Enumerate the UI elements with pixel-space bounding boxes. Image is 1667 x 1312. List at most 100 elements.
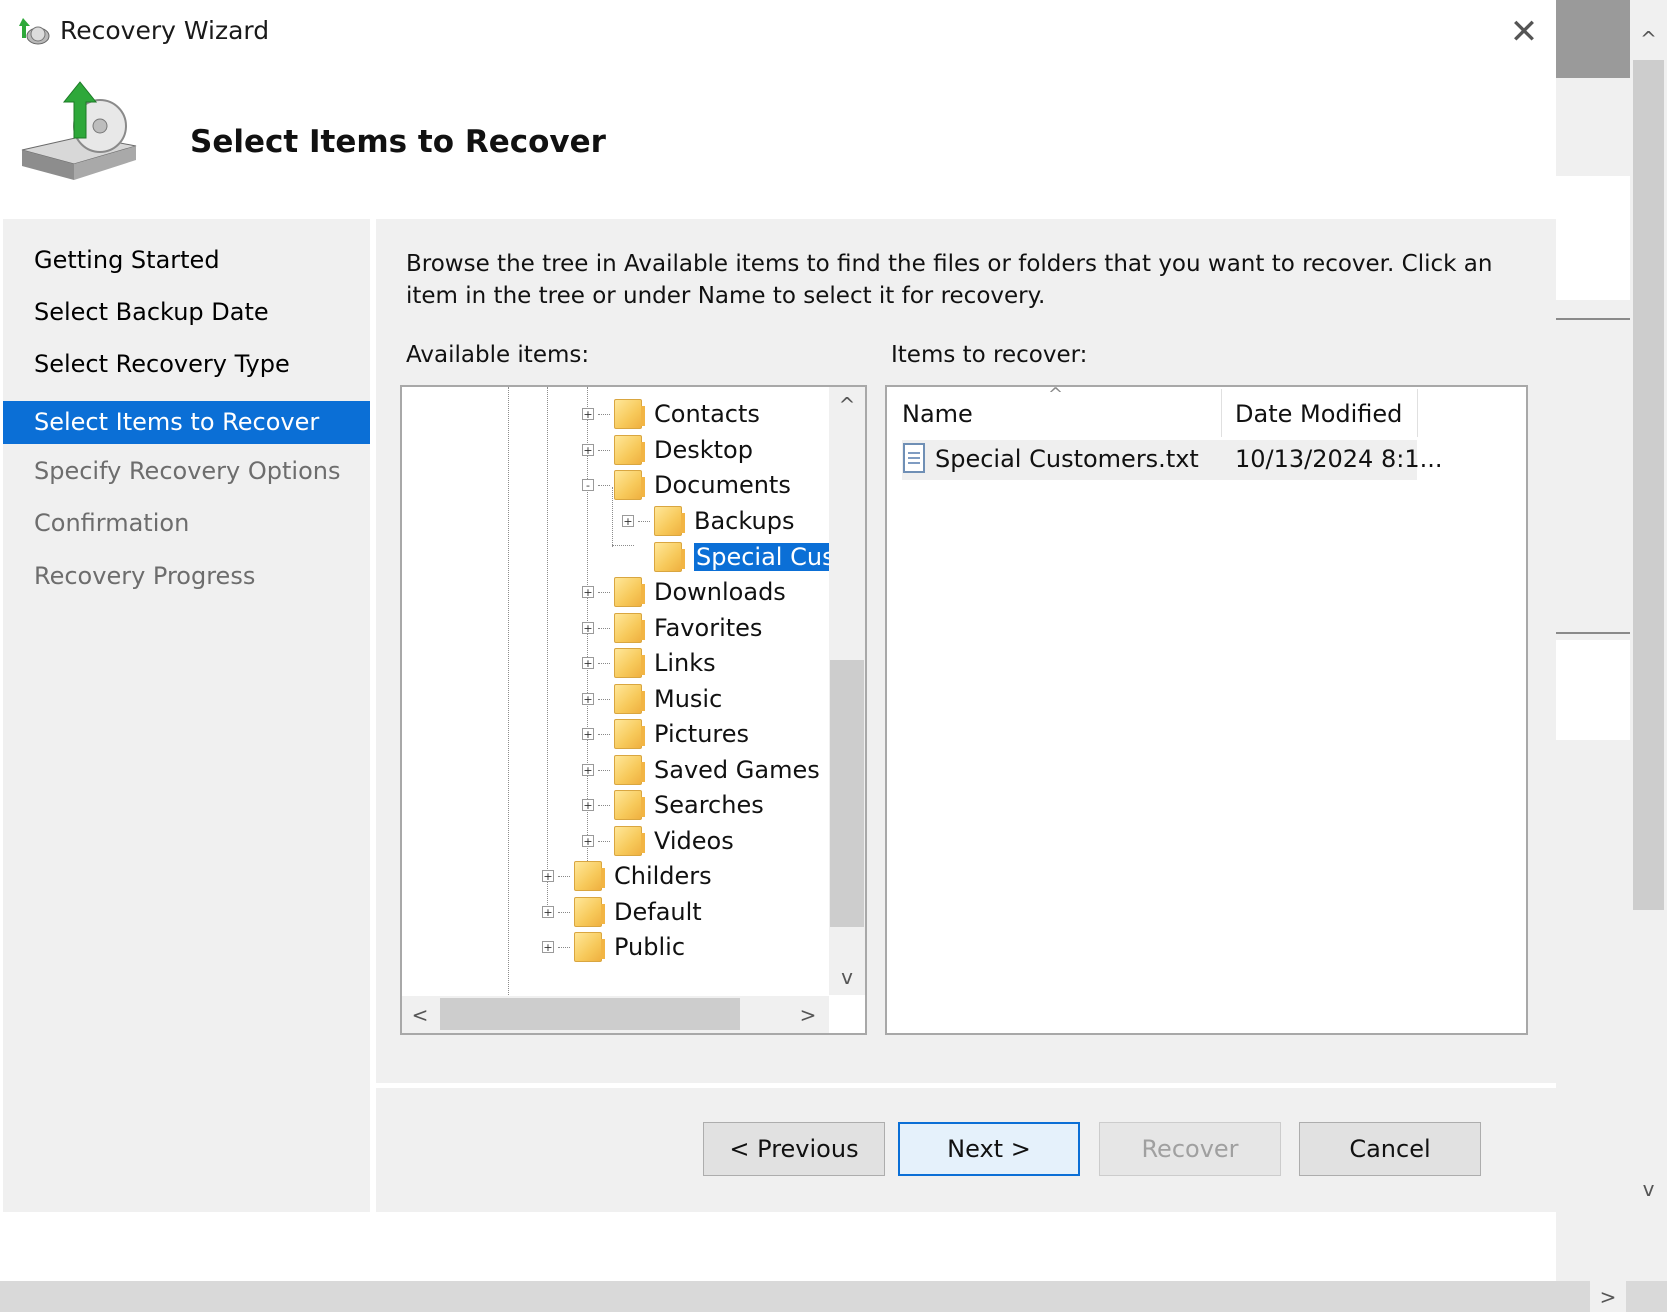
tree-item-saved-games[interactable]: + Saved Games	[582, 752, 820, 788]
tree-scroll-thumb[interactable]	[830, 660, 864, 927]
folder-icon	[614, 613, 645, 643]
tree-item-public[interactable]: + Public	[542, 929, 685, 965]
expand-icon[interactable]: +	[582, 764, 594, 776]
tree-item-documents[interactable]: - Documents	[582, 467, 791, 503]
background-window-horizontal-scrollbar[interactable]: >	[0, 1281, 1667, 1312]
folder-icon	[614, 719, 645, 749]
tree-item-desktop[interactable]: + Desktop	[582, 432, 753, 468]
folder-icon	[614, 470, 645, 500]
tree-item-favorites[interactable]: + Favorites	[582, 610, 762, 646]
tree-item-videos[interactable]: + Videos	[582, 823, 734, 859]
expand-icon[interactable]: +	[622, 515, 634, 527]
expand-icon[interactable]: +	[582, 693, 594, 705]
tree-item-label: Default	[614, 898, 702, 926]
close-icon: ✕	[1509, 12, 1539, 52]
tree-item-label: Public	[614, 933, 686, 961]
tree-item-default[interactable]: + Default	[542, 894, 702, 930]
column-divider[interactable]	[1417, 389, 1418, 437]
scroll-right-icon[interactable]: >	[790, 996, 826, 1033]
expand-icon[interactable]: +	[582, 408, 594, 420]
tree-item-label: Music	[654, 685, 723, 713]
next-button[interactable]: Next >	[898, 1122, 1080, 1176]
window-title: Recovery Wizard	[60, 16, 270, 45]
folder-icon	[614, 826, 645, 856]
nav-step-confirmation: Confirmation	[34, 509, 190, 537]
scroll-left-icon[interactable]: <	[402, 996, 438, 1033]
expand-icon[interactable]: +	[582, 622, 594, 634]
expand-icon[interactable]: +	[582, 728, 594, 740]
tree-item-special-customers[interactable]: Special Cust	[654, 539, 846, 575]
scroll-up-icon[interactable]: ^	[829, 387, 865, 423]
previous-button[interactable]: < Previous	[703, 1122, 885, 1176]
column-divider[interactable]	[1221, 389, 1222, 437]
nav-step-getting-started: Getting Started	[34, 246, 220, 274]
tree-horizontal-scroll-thumb[interactable]	[440, 998, 740, 1030]
disk-recovery-icon	[18, 80, 138, 184]
expand-icon[interactable]: +	[582, 799, 594, 811]
expand-icon[interactable]: +	[582, 657, 594, 669]
wizard-steps-nav: Getting Started Select Backup Date Selec…	[3, 219, 370, 1212]
folder-icon	[614, 648, 645, 678]
tree-item-label: Contacts	[654, 400, 760, 428]
folder-icon	[574, 932, 605, 962]
collapse-icon[interactable]: -	[582, 479, 594, 491]
list-item-name[interactable]: Special Customers.txt	[935, 445, 1199, 473]
tree-item-label: Pictures	[654, 720, 750, 748]
column-header-date-modified[interactable]: Date Modified	[1235, 400, 1402, 428]
nav-step-recovery-progress: Recovery Progress	[34, 562, 256, 590]
close-button[interactable]: ✕	[1500, 8, 1548, 56]
tree-item-links[interactable]: + Links	[582, 645, 716, 681]
instructions-text: Browse the tree in Available items to fi…	[406, 251, 1493, 309]
tree-item-label: Documents	[654, 471, 791, 499]
tree-item-label: Favorites	[654, 614, 763, 642]
background-window-scroll-thumb[interactable]	[1633, 60, 1664, 910]
scroll-down-icon[interactable]: v	[1630, 1172, 1667, 1206]
items-to-recover-list[interactable]	[885, 385, 1528, 1035]
scroll-right-icon[interactable]: >	[1590, 1281, 1626, 1312]
folder-icon	[574, 861, 605, 891]
tree-item-label: Searches	[654, 791, 764, 819]
tree-item-childers[interactable]: + Childers	[542, 858, 712, 894]
items-to-recover-label: Items to recover:	[891, 342, 1088, 368]
list-item-date-modified: 10/13/2024 8:1...	[1235, 445, 1443, 473]
column-header-name[interactable]: Name	[902, 400, 973, 428]
tree-item-downloads[interactable]: + Downloads	[582, 574, 786, 610]
available-items-label: Available items:	[406, 342, 590, 368]
available-items-tree[interactable]: + Contacts + Desktop - Documents + Backu…	[400, 385, 867, 1035]
tree-item-backups[interactable]: + Backups	[622, 503, 794, 539]
tree-item-pictures[interactable]: + Pictures	[582, 716, 749, 752]
tree-item-contacts[interactable]: + Contacts	[582, 396, 760, 432]
recovery-wizard-icon	[18, 14, 52, 48]
folder-icon	[614, 684, 645, 714]
folder-icon	[574, 897, 605, 927]
page-title: Select Items to Recover	[190, 124, 606, 160]
tree-item-label: Downloads	[654, 578, 786, 606]
folder-icon	[614, 577, 645, 607]
expand-icon[interactable]: +	[542, 870, 554, 882]
recover-button[interactable]: Recover	[1099, 1122, 1281, 1176]
expand-icon[interactable]: +	[582, 835, 594, 847]
folder-icon	[654, 506, 685, 536]
tree-item-label: Desktop	[654, 436, 753, 464]
scroll-up-icon[interactable]: ^	[1630, 22, 1667, 56]
sort-ascending-icon: ^	[1048, 384, 1064, 405]
expand-icon[interactable]: +	[542, 941, 554, 953]
tree-item-music[interactable]: + Music	[582, 681, 722, 717]
tree-item-label: Videos	[654, 827, 734, 855]
tree-item-label: Backups	[694, 507, 795, 535]
nav-step-select-items-to-recover: Select Items to Recover	[3, 401, 370, 444]
tree-item-label: Special Cust	[694, 543, 846, 571]
nav-step-select-recovery-type: Select Recovery Type	[34, 350, 290, 378]
nav-step-specify-recovery-options: Specify Recovery Options	[34, 457, 341, 485]
window-bottom	[0, 1212, 1556, 1280]
folder-icon	[614, 755, 645, 785]
folder-icon	[614, 399, 645, 429]
tree-item-searches[interactable]: + Searches	[582, 787, 764, 823]
folder-icon	[614, 435, 645, 465]
scroll-down-icon[interactable]: v	[829, 959, 865, 995]
expand-icon[interactable]: +	[582, 444, 594, 456]
expand-icon[interactable]: +	[542, 906, 554, 918]
cancel-button[interactable]: Cancel	[1299, 1122, 1481, 1176]
folder-icon	[654, 542, 685, 572]
expand-icon[interactable]: +	[582, 586, 594, 598]
